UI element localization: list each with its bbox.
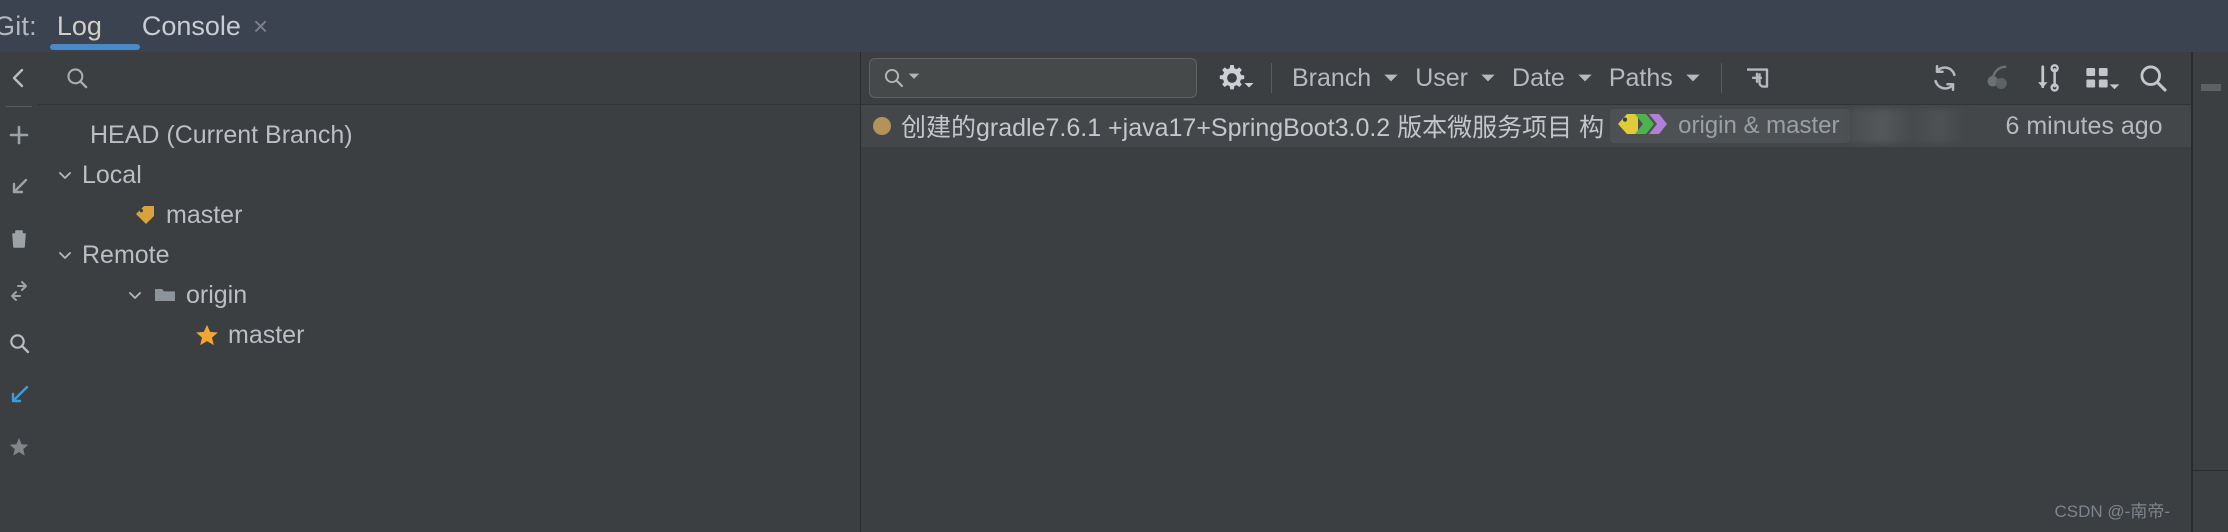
tree-item-local-master[interactable]: master — [38, 195, 860, 235]
tree-item-label: Remote — [82, 240, 170, 269]
tree-item-origin-master[interactable]: master — [38, 315, 860, 355]
log-search-input[interactable] — [929, 63, 1163, 93]
chevron-down-icon[interactable] — [907, 69, 921, 88]
filter-paths[interactable]: Paths — [1601, 58, 1709, 98]
log-search-box[interactable] — [869, 58, 1197, 98]
checkout-icon[interactable] — [0, 161, 38, 213]
chevron-down-icon[interactable] — [52, 165, 78, 185]
tree-item-label: HEAD (Current Branch) — [90, 120, 353, 149]
tool-window-title: Git: — [0, 10, 37, 41]
commit-log-panel: Branch User Date Paths 创建的gradle7.6.1 +j… — [861, 52, 2191, 532]
commit-message: 创建的gradle7.6.1 +java17+SpringBoot3.0.2 版… — [901, 114, 1605, 142]
filter-date[interactable]: Date — [1504, 58, 1601, 98]
commit-ref-label: origin & master — [1678, 112, 1840, 139]
branch-actions-rail — [0, 52, 38, 532]
right-rail — [2192, 52, 2228, 532]
tab-log-label: Log — [56, 10, 102, 41]
filter-date-label: Date — [1512, 63, 1565, 92]
filter-branch[interactable]: Branch — [1284, 58, 1407, 98]
chevron-down-icon[interactable] — [122, 285, 148, 305]
tree-item-label: Local — [82, 160, 142, 189]
filter-user[interactable]: User — [1407, 58, 1504, 98]
log-toolbar: Branch User Date Paths — [861, 52, 2191, 105]
delete-icon[interactable] — [0, 213, 38, 265]
settings-gear-icon[interactable] — [1213, 58, 1259, 98]
tag-icon — [128, 203, 162, 227]
tree-item-local[interactable]: Local — [38, 155, 860, 195]
search-icon — [884, 68, 904, 88]
rebase-icon[interactable] — [0, 369, 38, 421]
tree-item-label: origin — [186, 280, 248, 309]
tree-item-head[interactable]: HEAD (Current Branch) — [38, 115, 860, 155]
search-icon — [67, 68, 88, 89]
commit-list: 创建的gradle7.6.1 +java17+SpringBoot3.0.2 版… — [861, 105, 2191, 147]
branch-filter-row[interactable] — [38, 52, 860, 105]
collapse-icon[interactable] — [2201, 84, 2221, 91]
branch-tree-panel: HEAD (Current Branch) Local master Remot… — [38, 52, 861, 532]
tree-item-origin[interactable]: origin — [38, 275, 860, 315]
tree-item-remote[interactable]: Remote — [38, 235, 860, 275]
filter-branch-label: Branch — [1292, 63, 1372, 92]
back-icon[interactable] — [0, 52, 38, 104]
right-rail-divider — [2192, 470, 2228, 471]
tab-console[interactable]: Console × — [122, 0, 288, 52]
filter-user-label: User — [1415, 63, 1469, 92]
filter-paths-label: Paths — [1608, 63, 1673, 92]
toolbar-divider — [1271, 63, 1272, 93]
search-icon[interactable] — [2127, 58, 2179, 98]
chevron-down-icon — [1480, 70, 1496, 86]
star-icon — [190, 322, 224, 348]
open-new-tab-icon[interactable] — [1734, 58, 1780, 98]
branch-tree: HEAD (Current Branch) Local master Remot… — [38, 105, 860, 355]
commit-timestamp: 6 minutes ago — [2005, 111, 2163, 140]
folder-icon — [148, 283, 182, 307]
rail-divider — [6, 106, 32, 107]
compare-icon[interactable] — [0, 265, 38, 317]
commit-row[interactable]: 创建的gradle7.6.1 +java17+SpringBoot3.0.2 版… — [861, 105, 2191, 147]
commit-node-icon — [873, 117, 891, 135]
refresh-icon[interactable] — [1919, 58, 1971, 98]
intellisort-icon[interactable] — [2023, 58, 2075, 98]
tree-item-label: master — [228, 320, 305, 349]
git-log-tool-window: Git: Log Console × HEAD (Current Branch)… — [0, 0, 2228, 532]
add-icon[interactable] — [0, 109, 38, 161]
active-tab-indicator — [50, 44, 140, 50]
chevron-down-icon — [1685, 70, 1701, 86]
cherry-pick-icon[interactable] — [1971, 58, 2023, 98]
watermark: CSDN @-南帝- — [2054, 502, 2170, 521]
branch-filter-input[interactable] — [104, 63, 708, 93]
favorite-icon[interactable] — [0, 421, 38, 473]
tab-console-label: Console — [141, 10, 241, 41]
show-details-icon[interactable] — [2075, 58, 2127, 98]
toolbar-divider — [1720, 63, 1722, 93]
tab-bar: Git: Log Console × — [0, 0, 2228, 52]
search-icon[interactable] — [0, 317, 38, 369]
redacted-author-block — [1849, 109, 1962, 143]
chevron-down-icon[interactable] — [52, 245, 78, 265]
close-icon[interactable]: × — [253, 13, 268, 39]
tree-item-label: master — [166, 200, 243, 229]
chevron-down-icon — [1577, 70, 1593, 86]
commit-ref-badge[interactable]: origin & master — [1610, 109, 1850, 143]
chevron-down-icon — [1383, 70, 1399, 86]
ref-tags-icon — [1616, 111, 1670, 142]
